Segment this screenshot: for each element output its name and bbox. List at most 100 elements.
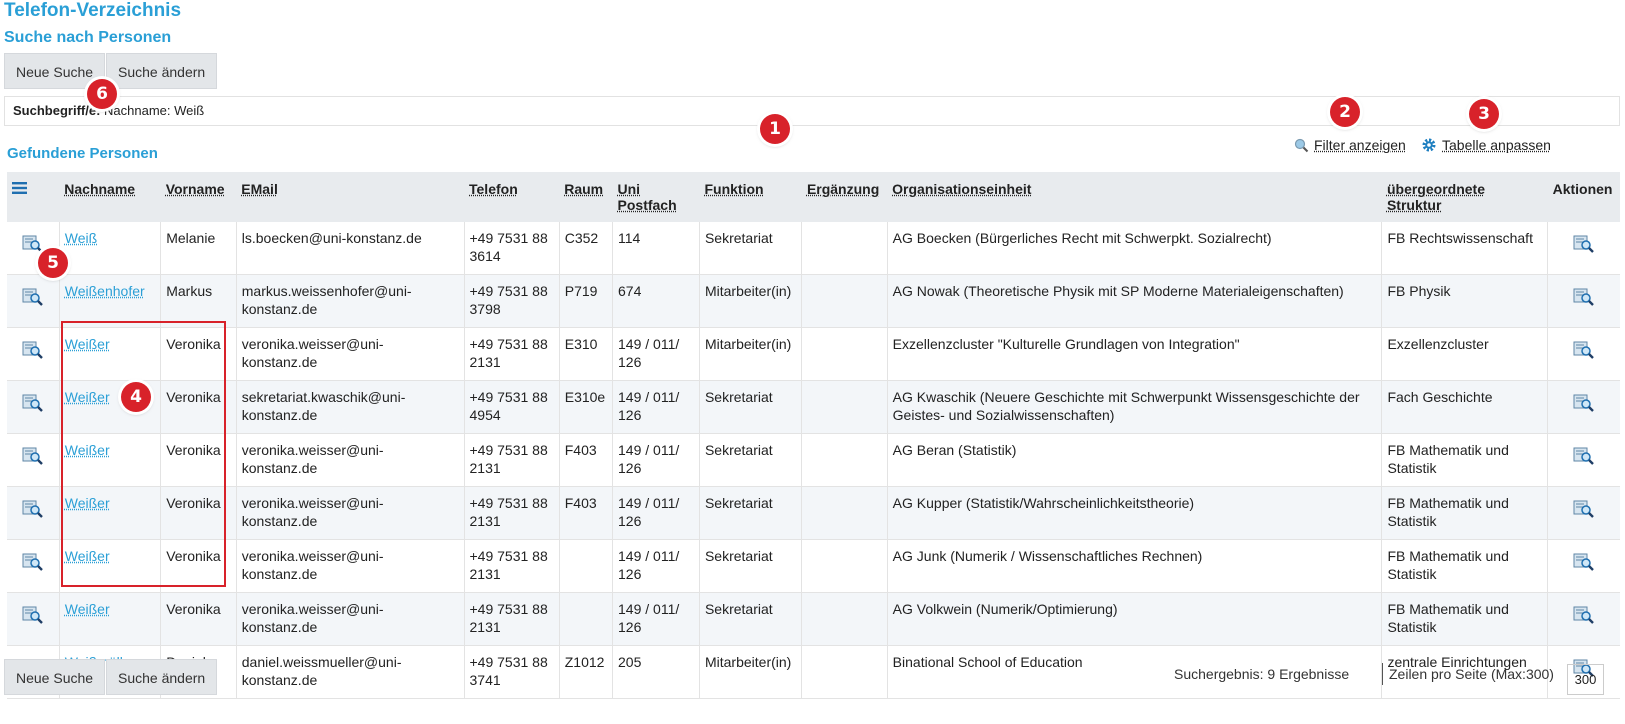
email-line-1: veronika.weisser@uni-: [241, 442, 384, 458]
cell-raum: E310: [559, 327, 614, 381]
cell-aktionen[interactable]: [1547, 433, 1620, 487]
header-ergaenzung[interactable]: Ergänzung: [801, 172, 888, 222]
header-struktur-label-2[interactable]: Struktur: [1387, 197, 1441, 213]
action-details-icon[interactable]: [1573, 499, 1595, 519]
header-ergaenzung-label[interactable]: Ergänzung: [807, 181, 879, 197]
action-details-icon[interactable]: [1573, 340, 1595, 360]
header-vorname-label[interactable]: Vorname: [166, 181, 225, 197]
header-struktur-label-1[interactable]: übergeordnete: [1387, 181, 1485, 197]
view-details-icon[interactable]: [22, 234, 44, 254]
customize-table-link[interactable]: Tabelle anpassen: [1421, 137, 1551, 153]
gear-icon: [1422, 138, 1436, 152]
cell-vorname: Veronika: [160, 486, 237, 540]
email-line-2: konstanz.de: [241, 566, 318, 582]
cell-aktionen[interactable]: [1547, 592, 1620, 646]
table-row: Weißer Veronika veronika.weisser@uni-konst…: [7, 592, 1620, 646]
header-email[interactable]: EMail: [236, 172, 464, 222]
cell-vorname: Veronika: [160, 380, 237, 434]
row-details-cell[interactable]: [7, 539, 60, 593]
row-details-cell[interactable]: [7, 486, 60, 540]
view-details-icon[interactable]: [22, 446, 44, 466]
person-name-link[interactable]: Weiß: [65, 230, 97, 246]
person-name-link[interactable]: Weißer: [65, 336, 110, 352]
new-search-button-bottom[interactable]: Neue Suche: [4, 659, 106, 695]
view-details-icon[interactable]: [22, 499, 44, 519]
header-email-label[interactable]: EMail: [241, 181, 278, 197]
cell-email: veronika.weisser@uni-konstanz.de: [236, 327, 465, 381]
cell-raum: [559, 539, 614, 593]
view-details-icon[interactable]: [22, 605, 44, 625]
header-funktion-label[interactable]: Funktion: [704, 181, 763, 197]
person-name-link[interactable]: Weißenhofer: [65, 283, 145, 299]
cell-aktionen[interactable]: [1547, 327, 1620, 381]
cell-struktur: FB Rechtswissenschaft: [1381, 222, 1549, 275]
action-details-icon[interactable]: [1573, 552, 1595, 572]
annotation-badge-2: 2: [1330, 97, 1360, 127]
row-details-cell[interactable]: [7, 380, 60, 434]
tel-line-2: 2131: [469, 566, 501, 582]
header-organisationseinheit[interactable]: Organisationseinheit: [887, 172, 1382, 222]
action-details-icon[interactable]: [1573, 234, 1595, 254]
postfach-line-1: 149 / 011/: [618, 548, 680, 564]
cell-email: ls.boecken@uni-konstanz.de: [236, 222, 465, 275]
postfach-line-1: 205: [618, 654, 642, 670]
table-row: Weißer Veronika sekretariat.kwaschik@uni-k…: [7, 380, 1620, 434]
view-details-icon[interactable]: [22, 393, 44, 413]
rows-per-page-input[interactable]: 300: [1567, 664, 1604, 695]
result-count: Suchergebnis: 9 Ergebnisse: [1174, 666, 1350, 682]
header-postfach[interactable]: Uni Postfach: [612, 172, 700, 222]
header-postfach-label-2[interactable]: Postfach: [618, 197, 677, 213]
struktur-line-2: Statistik: [1387, 513, 1437, 529]
table-row: Weißer Veronika veronika.weisser@uni-konst…: [7, 486, 1620, 540]
struktur-line-1: FB Mathematik und: [1387, 495, 1509, 511]
view-details-icon[interactable]: [22, 287, 44, 307]
filter-toggle-link[interactable]: Filter anzeigen: [1294, 137, 1406, 153]
header-org-label[interactable]: Organisationseinheit: [892, 181, 1031, 197]
view-details-icon[interactable]: [22, 340, 44, 360]
hamburger-menu-icon[interactable]: [12, 181, 28, 195]
view-details-icon[interactable]: [22, 552, 44, 572]
column-menu-header[interactable]: [7, 172, 60, 222]
action-details-icon[interactable]: [1573, 287, 1595, 307]
cell-aktionen[interactable]: [1547, 380, 1620, 434]
struktur-line-2: Statistik: [1387, 619, 1437, 635]
cell-aktionen[interactable]: [1547, 222, 1620, 275]
header-postfach-label-1[interactable]: Uni: [618, 181, 641, 197]
row-details-cell[interactable]: [7, 433, 60, 487]
header-struktur[interactable]: übergeordnete Struktur: [1381, 172, 1548, 222]
org-line-1: AG Kupper (Statistik/Wahrscheinlichkeits…: [892, 495, 1195, 511]
cell-aktionen[interactable]: [1547, 486, 1620, 540]
org-line-1: AG Volkwein (Numerik/Optimierung): [892, 601, 1118, 617]
person-name-link[interactable]: Weißer: [65, 442, 110, 458]
header-telefon-label[interactable]: Telefon: [469, 181, 518, 197]
header-aktionen: Aktionen: [1547, 172, 1620, 222]
row-details-cell[interactable]: [7, 592, 60, 646]
action-details-icon[interactable]: [1573, 393, 1595, 413]
header-nachname-label[interactable]: Nachname: [64, 181, 135, 197]
cell-aktionen[interactable]: [1547, 274, 1620, 328]
change-search-button[interactable]: Suche ändern: [106, 53, 218, 89]
tel-line-1: +49 7531 88: [469, 336, 548, 352]
cell-aktionen[interactable]: [1547, 539, 1620, 593]
header-raum-label[interactable]: Raum: [564, 181, 603, 197]
header-nachname[interactable]: Nachname: [59, 172, 161, 222]
header-telefon[interactable]: Telefon: [464, 172, 560, 222]
header-funktion[interactable]: Funktion: [699, 172, 802, 222]
cell-funktion: Sekretariat: [699, 222, 803, 275]
person-name-link[interactable]: Weißer: [65, 389, 110, 405]
header-raum[interactable]: Raum: [559, 172, 613, 222]
person-name-link[interactable]: Weißer: [65, 495, 110, 511]
action-details-icon[interactable]: [1573, 446, 1595, 466]
header-vorname[interactable]: Vorname: [160, 172, 237, 222]
customize-link-label[interactable]: Tabelle anpassen: [1442, 137, 1551, 153]
cell-org: AG Beran (Statistik): [887, 433, 1383, 487]
row-details-cell[interactable]: [7, 327, 60, 381]
person-name-link[interactable]: Weißer: [65, 548, 110, 564]
row-details-cell[interactable]: [7, 274, 60, 328]
person-name-link[interactable]: Weißer: [65, 601, 110, 617]
cell-vorname: Veronika: [160, 539, 237, 593]
action-details-icon[interactable]: [1573, 605, 1595, 625]
filter-link-label[interactable]: Filter anzeigen: [1314, 137, 1406, 153]
change-search-button-bottom[interactable]: Suche ändern: [106, 659, 218, 695]
org-line-1: Exzellenzcluster "Kulturelle Grundlagen …: [892, 336, 1240, 352]
